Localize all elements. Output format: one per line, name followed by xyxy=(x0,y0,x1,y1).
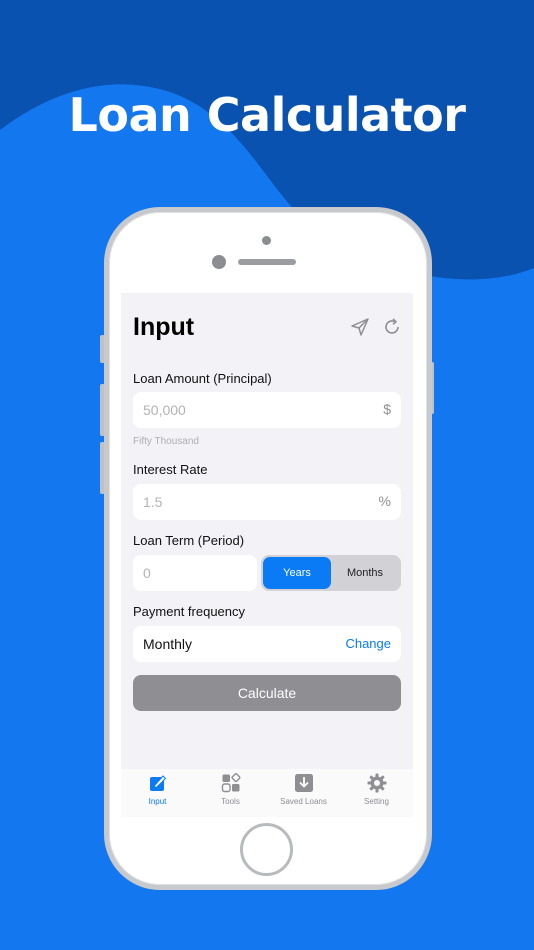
interest-rate-placeholder: 1.5 xyxy=(143,494,163,510)
front-camera xyxy=(262,236,271,245)
tab-tools-label: Tools xyxy=(221,797,240,806)
tab-bar: Input Tools Saved Loans Setting xyxy=(121,769,413,817)
years-segment[interactable]: Years xyxy=(263,557,331,589)
payment-frequency-row: Monthly Change xyxy=(133,626,401,662)
app-screen: Input Loan Amount (Principal) 50,000 $ F… xyxy=(121,293,413,817)
percent-unit: % xyxy=(378,493,391,509)
edit-icon xyxy=(149,775,166,791)
loan-term-field[interactable]: 0 xyxy=(133,555,257,591)
gear-icon xyxy=(367,773,386,793)
loan-term-label: Loan Term (Period) xyxy=(133,533,245,548)
payment-frequency-label: Payment frequency xyxy=(133,604,246,619)
months-segment[interactable]: Months xyxy=(331,557,399,589)
earpiece-speaker xyxy=(238,259,296,265)
tab-setting[interactable]: Setting xyxy=(340,773,413,817)
loan-term-placeholder: 0 xyxy=(143,565,151,581)
loan-amount-placeholder: 50,000 xyxy=(143,402,186,418)
amount-in-words: Fifty Thousand xyxy=(133,436,199,447)
tab-setting-label: Setting xyxy=(364,797,389,806)
tab-saved-loans[interactable]: Saved Loans xyxy=(267,773,340,817)
page-title: Input xyxy=(133,313,195,341)
change-frequency-button[interactable]: Change xyxy=(345,636,391,651)
send-icon[interactable] xyxy=(350,317,370,337)
term-unit-segmented-control: Years Months xyxy=(261,555,401,591)
calculate-button[interactable]: Calculate xyxy=(133,675,401,711)
tab-input-label: Input xyxy=(148,797,167,806)
headline: Loan Calculator xyxy=(68,88,466,142)
tools-icon xyxy=(221,773,240,793)
download-icon xyxy=(294,774,313,792)
proximity-sensor xyxy=(212,255,226,269)
interest-rate-field[interactable]: 1.5 % xyxy=(133,484,401,520)
loan-amount-field[interactable]: 50,000 $ xyxy=(133,392,401,428)
payment-frequency-value: Monthly xyxy=(143,636,193,652)
home-button[interactable] xyxy=(240,823,293,876)
tab-tools[interactable]: Tools xyxy=(194,773,267,817)
interest-rate-label: Interest Rate xyxy=(133,462,208,477)
loan-amount-label: Loan Amount (Principal) xyxy=(133,371,272,386)
tab-saved-loans-label: Saved Loans xyxy=(280,797,327,806)
refresh-icon[interactable] xyxy=(382,317,402,337)
tab-input[interactable]: Input xyxy=(121,773,194,817)
dollar-unit: $ xyxy=(383,401,391,417)
